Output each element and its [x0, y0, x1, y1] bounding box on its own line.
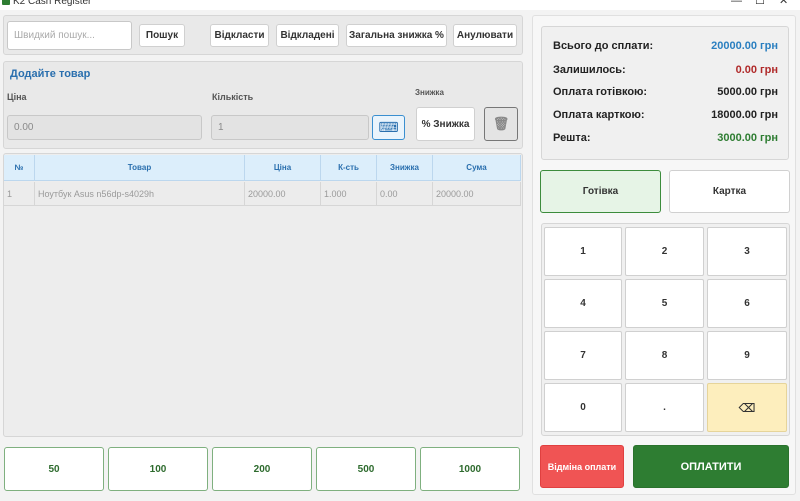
cancel-payment-button[interactable]: Відміна оплати — [540, 445, 624, 488]
col-header-price[interactable]: Ціна — [245, 155, 321, 181]
remaining-label: Залишилось: — [553, 64, 626, 76]
backspace-icon: ⌫ — [738, 400, 756, 415]
col-header-number[interactable]: № — [4, 155, 35, 181]
key-2[interactable]: 2 — [625, 227, 704, 276]
col-header-qty[interactable]: К-сть — [321, 155, 377, 181]
items-table: № Товар Ціна К-сть Знижка Сума 1 Ноутбук… — [4, 155, 521, 207]
discount-label: Знижка — [415, 88, 444, 97]
summary-card: Оплата карткою: 18000.00 грн — [553, 109, 778, 121]
total-discount-button[interactable]: Загальна знижка % — [346, 24, 447, 47]
close-icon[interactable]: ✕ — [779, 0, 788, 7]
cell-price[interactable]: 20000.00 — [245, 182, 321, 206]
card-payment-button[interactable]: Картка — [669, 170, 790, 213]
quantity-field[interactable]: 1 — [211, 115, 369, 140]
summary-change: Решта: 3000.00 грн — [553, 132, 778, 144]
cell-sum[interactable]: 20000.00 — [433, 182, 521, 206]
quick-amount-50[interactable]: 50 — [4, 447, 104, 491]
search-button[interactable]: Пошук — [139, 24, 185, 47]
discount-button[interactable]: % Знижка — [416, 107, 475, 141]
key-8[interactable]: 8 — [625, 331, 704, 380]
minimize-icon[interactable]: — — [731, 0, 742, 7]
total-label: Всього до сплати: — [553, 40, 654, 52]
quick-amount-1000[interactable]: 1000 — [420, 447, 520, 491]
keyboard-button[interactable]: ⌨ — [372, 115, 405, 140]
delete-item-button[interactable]: 🗑 — [484, 107, 518, 141]
postpone-button[interactable]: Відкласти — [210, 24, 269, 47]
title-bar: K2 Cash Register — ☐ ✕ — [0, 0, 800, 10]
keyboard-icon: ⌨ — [378, 119, 399, 135]
summary-remaining: Залишилось: 0.00 грн — [553, 64, 778, 76]
key-6[interactable]: 6 — [707, 279, 787, 328]
total-value: 20000.00 грн — [711, 40, 778, 52]
trash-icon: 🗑 — [492, 116, 510, 131]
key-4[interactable]: 4 — [544, 279, 622, 328]
cell-product[interactable]: Ноутбук Asus n56dp-s4029h — [35, 182, 245, 206]
key-decimal[interactable]: . — [625, 383, 704, 432]
card-paid-value: 18000.00 грн — [711, 109, 778, 121]
change-label: Решта: — [553, 132, 591, 144]
app-icon — [2, 0, 10, 5]
key-3[interactable]: 3 — [707, 227, 787, 276]
cell-discount[interactable]: 0.00 — [377, 182, 433, 206]
key-1[interactable]: 1 — [544, 227, 622, 276]
quick-amount-500[interactable]: 500 — [316, 447, 416, 491]
key-backspace[interactable]: ⌫ — [707, 383, 787, 432]
card-paid-label: Оплата карткою: — [553, 109, 645, 121]
maximize-icon[interactable]: ☐ — [755, 0, 765, 7]
key-7[interactable]: 7 — [544, 331, 622, 380]
key-5[interactable]: 5 — [625, 279, 704, 328]
key-0[interactable]: 0 — [544, 383, 622, 432]
postponed-button[interactable]: Відкладені — [276, 24, 339, 47]
col-header-product[interactable]: Товар — [35, 155, 245, 181]
remaining-value: 0.00 грн — [735, 64, 778, 76]
price-field[interactable]: 0.00 — [7, 115, 202, 140]
cash-paid-value: 5000.00 грн — [717, 86, 778, 98]
summary-total: Всього до сплати: 20000.00 грн — [553, 40, 778, 52]
col-header-discount[interactable]: Знижка — [377, 155, 433, 181]
quick-amount-200[interactable]: 200 — [212, 447, 312, 491]
void-button[interactable]: Анулювати — [453, 24, 517, 47]
cash-paid-label: Оплата готівкою: — [553, 86, 648, 98]
summary-cash: Оплата готівкою: 5000.00 грн — [553, 86, 778, 98]
cash-payment-button[interactable]: Готівка — [540, 170, 661, 213]
col-header-sum[interactable]: Сума — [433, 155, 521, 181]
key-9[interactable]: 9 — [707, 331, 787, 380]
quantity-label: Кількість — [212, 92, 254, 102]
quick-amount-100[interactable]: 100 — [108, 447, 208, 491]
cell-qty[interactable]: 1.000 — [321, 182, 377, 206]
pay-button[interactable]: ОПЛАТИТИ — [633, 445, 789, 488]
window-title: K2 Cash Register — [13, 0, 92, 7]
price-label: Ціна — [7, 92, 27, 102]
search-input[interactable]: Швидкий пошук... — [7, 21, 132, 50]
cell-number[interactable]: 1 — [4, 182, 35, 206]
change-value: 3000.00 грн — [717, 132, 778, 144]
add-item-title: Додайте товар — [10, 68, 91, 80]
